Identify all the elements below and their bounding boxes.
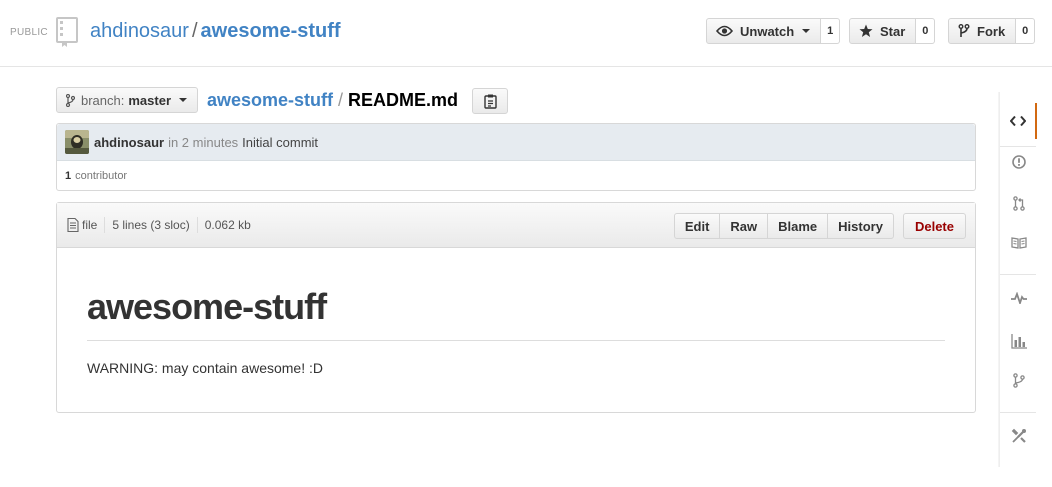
nav-settings[interactable] [1000,418,1037,454]
nav-pull-requests[interactable] [1000,185,1037,221]
raw-button[interactable]: Raw [719,213,769,239]
breadcrumb-file: README.md [348,90,459,110]
breadcrumb-separator: / [338,90,344,110]
readme-paragraph: WARNING: may contain awesome! :D [87,360,323,376]
issues-icon [1011,155,1026,169]
star-group: Star 0 [849,18,936,44]
commit-author-link[interactable]: ahdinosaur [94,135,164,150]
branch-prefix: branch: [81,92,125,108]
history-button[interactable]: History [827,213,894,239]
chevron-down-icon [179,98,188,102]
repo-header: PUBLIC ahdinosaur / awesome-stuff Unwatch … [0,0,1052,67]
star-label: Star [880,23,906,39]
star-button[interactable]: Star [849,18,917,44]
nav-graphs[interactable] [1000,323,1037,359]
repo-book-icon [56,17,78,47]
commit-time: in 2 minutes [168,134,239,150]
branch-select-button[interactable]: branch: master [56,87,198,113]
contributors-summary[interactable]: 1 contributor [57,161,975,191]
wiki-icon [1010,237,1027,249]
contributors-count: 1 [65,170,72,182]
nav-pulse[interactable] [1000,280,1037,316]
stars-count[interactable]: 0 [916,18,936,44]
file-size: 0.062 kb [204,218,251,232]
nav-code[interactable] [1000,103,1037,139]
forks-count[interactable]: 0 [1016,18,1036,44]
blame-button[interactable]: Blame [767,213,829,239]
owner-link[interactable]: ahdinosaur [90,20,189,42]
delete-button[interactable]: Delete [902,213,966,239]
repo-title: ahdinosaur / awesome-stuff [90,20,341,43]
code-icon [1009,115,1026,127]
fork-button[interactable]: Fork [948,18,1017,44]
repo-nav [999,92,1052,467]
unwatch-button[interactable]: Unwatch [706,18,822,44]
unwatch-label: Unwatch [740,23,795,39]
fork-icon [958,24,970,37]
watchers-count[interactable]: 1 [821,18,841,44]
branch-name: master [128,92,172,108]
file-action-group: Edit Raw Blame History [673,213,894,239]
watch-group: Unwatch 1 [706,18,841,44]
file-icon [67,218,79,232]
visibility-label: PUBLIC [10,27,48,38]
nav-divider [1000,412,1036,413]
file-type-label: file [82,218,98,232]
breadcrumb: awesome-stuff / README.md [207,90,458,111]
pulse-icon [1010,292,1027,304]
readme-content: awesome-stuff WARNING: may contain aweso… [57,248,975,376]
breadcrumb-repo-link[interactable]: awesome-stuff [207,90,333,110]
readme-heading: awesome-stuff [87,286,945,341]
last-commit: ahdinosaur in 2 minutes Initial commit [57,124,975,161]
repo-link[interactable]: awesome-stuff [201,20,341,42]
divider [104,217,106,233]
settings-icon [1011,428,1026,443]
eye-icon [716,25,733,37]
commit-tease: ahdinosaur in 2 minutes Initial commit 1… [56,123,976,191]
path-separator: / [191,20,198,42]
edit-button[interactable]: Edit [673,213,721,239]
chevron-down-icon [802,29,811,33]
nav-network[interactable] [1000,362,1037,398]
fork-group: Fork 0 [948,18,1036,44]
star-icon [859,24,873,37]
graphs-icon [1010,333,1027,349]
nav-wiki[interactable] [1000,225,1037,261]
nav-issues[interactable] [1000,144,1037,180]
nav-divider [1000,274,1036,275]
branch-icon [66,93,75,107]
commit-message-link[interactable]: Initial commit [242,135,318,150]
file-header: file 5 lines (3 sloc) 0.062 kb Edit Raw … [57,203,975,248]
network-icon [1012,372,1025,388]
fork-label: Fork [977,23,1006,39]
file-lines: 5 lines (3 sloc) [112,218,190,232]
file-info: file 5 lines (3 sloc) 0.062 kb [67,217,251,233]
file-actions: Edit Raw Blame History Delete [673,213,966,239]
copy-path-button[interactable] [472,88,508,114]
file-box: file 5 lines (3 sloc) 0.062 kb Edit Raw … [56,202,976,413]
divider [196,217,198,233]
clipboard-icon [483,94,497,109]
contributors-label: contributor [75,170,128,182]
pull-requests-icon [1012,195,1025,211]
avatar[interactable] [65,130,89,154]
